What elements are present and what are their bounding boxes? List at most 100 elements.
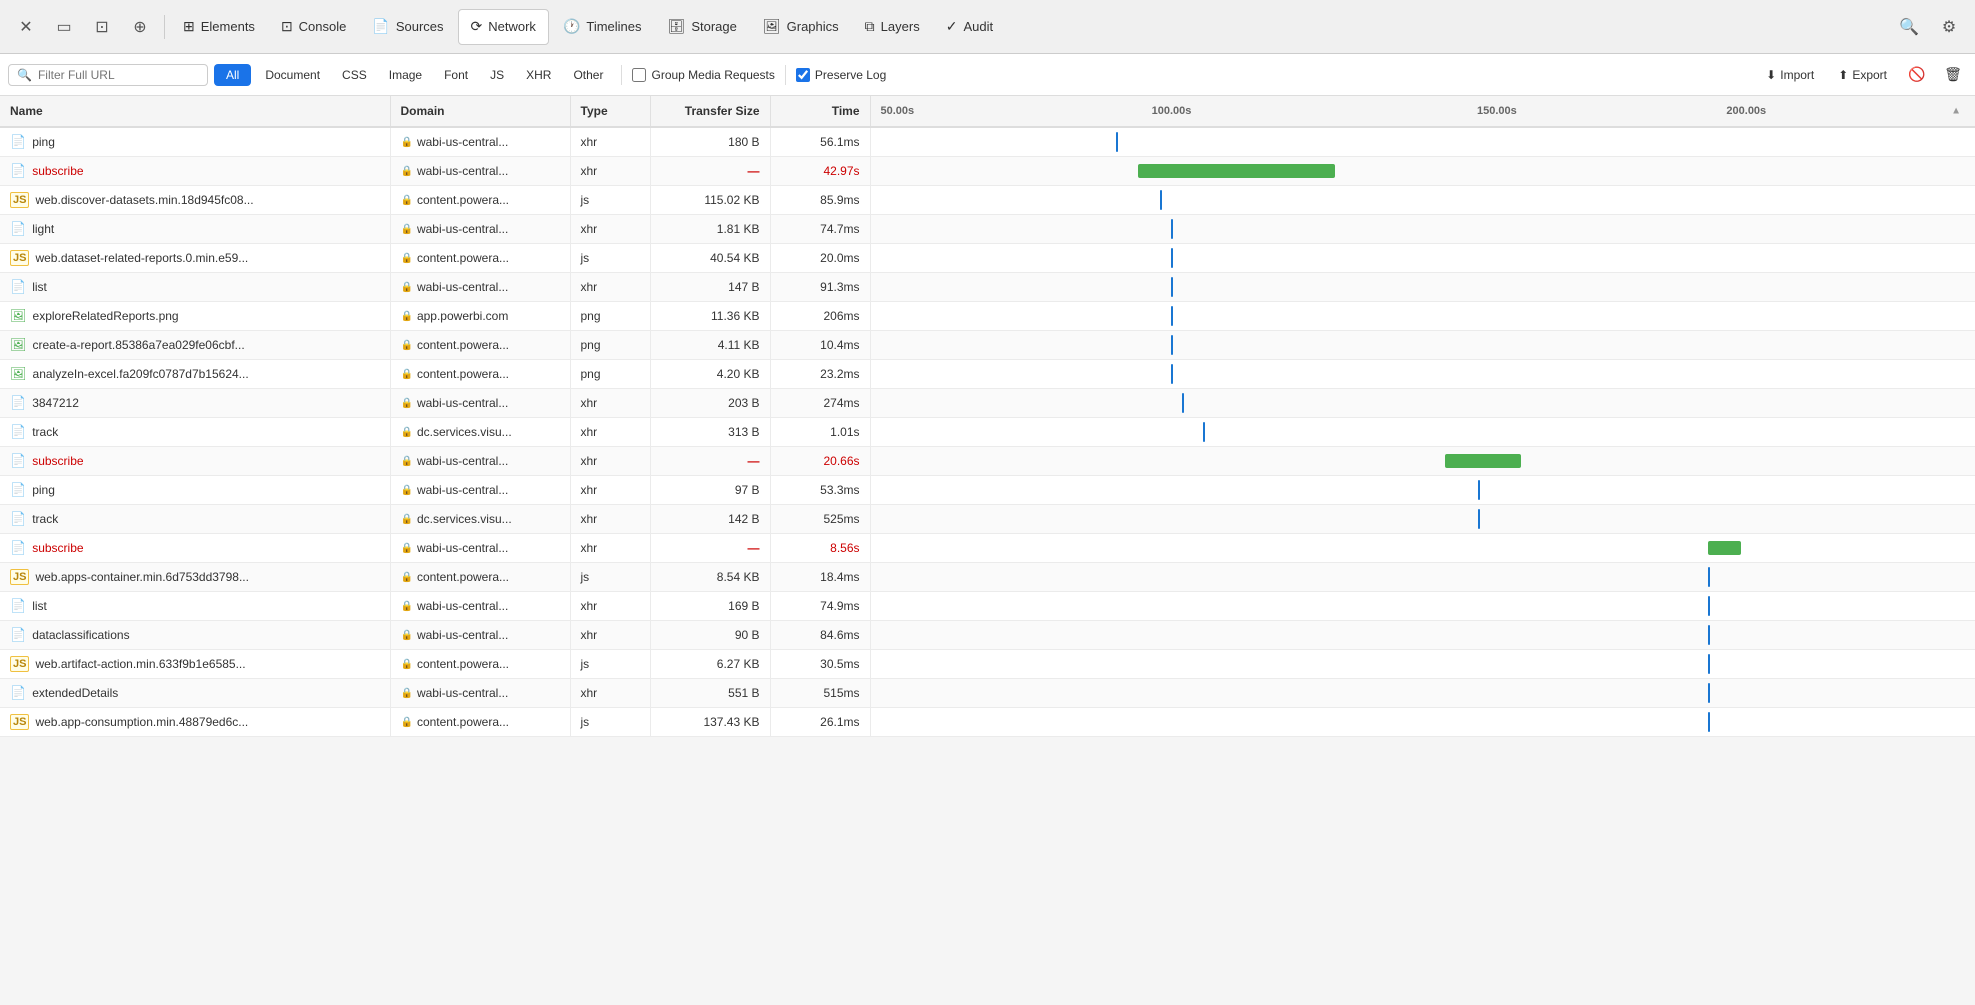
table-row[interactable]: 📄 ping 🔒 wabi-us-central... xhr 180 B 56… [0, 127, 1975, 157]
console-icon: ⊡ [281, 18, 293, 35]
tab-console[interactable]: ⊡ Console [269, 9, 358, 45]
filter-js-button[interactable]: JS [482, 64, 512, 86]
table-row[interactable]: 🖼 analyzeIn-excel.fa209fc0787d7b15624...… [0, 360, 1975, 389]
filter-input[interactable] [38, 68, 199, 82]
layout1-button[interactable]: ▭ [46, 9, 82, 45]
tab-elements[interactable]: ⊞ Elements [171, 9, 267, 45]
table-row[interactable]: 📄 track 🔒 dc.services.visu... xhr 142 B … [0, 505, 1975, 534]
time-text: 10.4ms [820, 338, 859, 352]
col-header-domain[interactable]: Domain [390, 96, 570, 127]
nav-right-buttons: 🔍 ⚙ [1891, 9, 1967, 45]
cell-domain: 🔒 wabi-us-central... [390, 534, 570, 563]
table-row[interactable]: 📄 light 🔒 wabi-us-central... xhr 1.81 KB… [0, 215, 1975, 244]
network-table: Name Domain Type Transfer Size Time 50.0… [0, 96, 1975, 737]
type-text: xhr [581, 454, 598, 468]
close-button[interactable]: ✕ [8, 9, 44, 45]
table-row[interactable]: 📄 subscribe 🔒 wabi-us-central... xhr — 2… [0, 447, 1975, 476]
settings-button[interactable]: ⚙ [1931, 9, 1967, 45]
lock-icon: 🔒 [401, 601, 413, 612]
cell-type: xhr [570, 534, 650, 563]
cell-timeline [870, 563, 1975, 592]
tab-layers[interactable]: ⧉ Layers [853, 9, 932, 45]
preserve-log-label[interactable]: Preserve Log [796, 68, 886, 82]
size-text: 40.54 KB [710, 251, 759, 265]
table-row[interactable]: JS web.artifact-action.min.633f9b1e6585.… [0, 650, 1975, 679]
col-header-time[interactable]: Time [770, 96, 870, 127]
cell-time: 515ms [770, 679, 870, 708]
table-row[interactable]: JS web.discover-datasets.min.18d945fc08.… [0, 186, 1975, 215]
timeline-cell-content [875, 708, 1972, 736]
storage-icon: 🗄 [668, 18, 686, 35]
table-row[interactable]: 📄 3847212 🔒 wabi-us-central... xhr 203 B… [0, 389, 1975, 418]
timeline-tick [1478, 480, 1480, 500]
table-row[interactable]: 📄 track 🔒 dc.services.visu... xhr 313 B … [0, 418, 1975, 447]
cell-domain: 🔒 content.powera... [390, 331, 570, 360]
lock-icon: 🔒 [401, 630, 413, 641]
filter-image-button[interactable]: Image [381, 64, 430, 86]
tab-timelines[interactable]: 🕐 Timelines [551, 9, 654, 45]
file-name: exploreRelatedReports.png [33, 309, 179, 323]
file-name: create-a-report.85386a7ea029fe06cbf... [33, 338, 245, 352]
cell-type: xhr [570, 447, 650, 476]
trash-button[interactable]: 🗑 [1939, 61, 1967, 89]
filter-all-button[interactable]: All [214, 64, 251, 86]
target-button[interactable]: ⊕ [122, 9, 158, 45]
cell-timeline [870, 360, 1975, 389]
timeline-sort-icon: ▲ [1951, 106, 1961, 117]
clear-button[interactable]: 🚫 [1903, 61, 1931, 89]
filter-document-button[interactable]: Document [257, 64, 328, 86]
filter-css-button[interactable]: CSS [334, 64, 375, 86]
js-file-icon: JS [10, 250, 29, 266]
table-row[interactable]: 📄 list 🔒 wabi-us-central... xhr 147 B 91… [0, 273, 1975, 302]
lock-icon: 🔒 [401, 195, 413, 206]
preserve-log-checkbox[interactable] [796, 68, 810, 82]
group-media-checkbox[interactable] [632, 68, 646, 82]
tab-storage[interactable]: 🗄 Storage [656, 9, 749, 45]
layout2-button[interactable]: ⊡ [84, 9, 120, 45]
timeline-tick [1171, 219, 1173, 239]
cell-size: 203 B [650, 389, 770, 418]
col-header-name[interactable]: Name [0, 96, 390, 127]
filter-separator-2 [785, 65, 786, 85]
table-row[interactable]: 📄 dataclassifications 🔒 wabi-us-central.… [0, 621, 1975, 650]
tab-audit[interactable]: ✓ Audit [934, 9, 1005, 45]
group-media-label[interactable]: Group Media Requests [632, 68, 774, 82]
table-row[interactable]: 📄 list 🔒 wabi-us-central... xhr 169 B 74… [0, 592, 1975, 621]
table-row[interactable]: 🖼 create-a-report.85386a7ea029fe06cbf...… [0, 331, 1975, 360]
import-icon: ⬇ [1766, 68, 1776, 82]
table-row[interactable]: JS web.app-consumption.min.48879ed6c... … [0, 708, 1975, 737]
cell-size: 11.36 KB [650, 302, 770, 331]
col-header-size[interactable]: Transfer Size [650, 96, 770, 127]
type-text: xhr [581, 541, 598, 555]
cell-time: 10.4ms [770, 331, 870, 360]
filter-xhr-button[interactable]: XHR [518, 64, 559, 86]
table-row[interactable]: 📄 subscribe 🔒 wabi-us-central... xhr — 4… [0, 157, 1975, 186]
table-row[interactable]: 🖼 exploreRelatedReports.png 🔒 app.powerb… [0, 302, 1975, 331]
table-row[interactable]: 📄 subscribe 🔒 wabi-us-central... xhr — 8… [0, 534, 1975, 563]
search-button[interactable]: 🔍 [1891, 9, 1927, 45]
table-row[interactable]: JS web.apps-container.min.6d753dd3798...… [0, 563, 1975, 592]
cell-time: 26.1ms [770, 708, 870, 737]
import-button[interactable]: ⬇ Import [1758, 64, 1822, 86]
timeline-cell-content [875, 244, 1972, 272]
timeline-bar [1708, 541, 1741, 555]
table-row[interactable]: 📄 ping 🔒 wabi-us-central... xhr 97 B 53.… [0, 476, 1975, 505]
cell-type: js [570, 708, 650, 737]
col-header-timeline[interactable]: 50.00s 100.00s 150.00s 200.00s ▲ [870, 96, 1975, 127]
filter-other-button[interactable]: Other [565, 64, 611, 86]
table-row[interactable]: 📄 extendedDetails 🔒 wabi-us-central... x… [0, 679, 1975, 708]
cell-timeline [870, 534, 1975, 563]
cell-name: 📄 ping [0, 127, 390, 157]
lock-icon: 🔒 [401, 166, 413, 177]
time-text: 42.97s [823, 164, 859, 178]
export-button[interactable]: ⬆ Export [1830, 64, 1895, 86]
file-name: light [32, 222, 54, 236]
col-header-type[interactable]: Type [570, 96, 650, 127]
tab-network[interactable]: ⟳ Network [458, 9, 549, 45]
table-row[interactable]: JS web.dataset-related-reports.0.min.e59… [0, 244, 1975, 273]
tab-graphics[interactable]: 🖼 Graphics [751, 9, 851, 45]
type-text: xhr [581, 222, 598, 236]
filter-font-button[interactable]: Font [436, 64, 476, 86]
cell-size: — [650, 534, 770, 563]
tab-sources[interactable]: 📄 Sources [360, 9, 455, 45]
